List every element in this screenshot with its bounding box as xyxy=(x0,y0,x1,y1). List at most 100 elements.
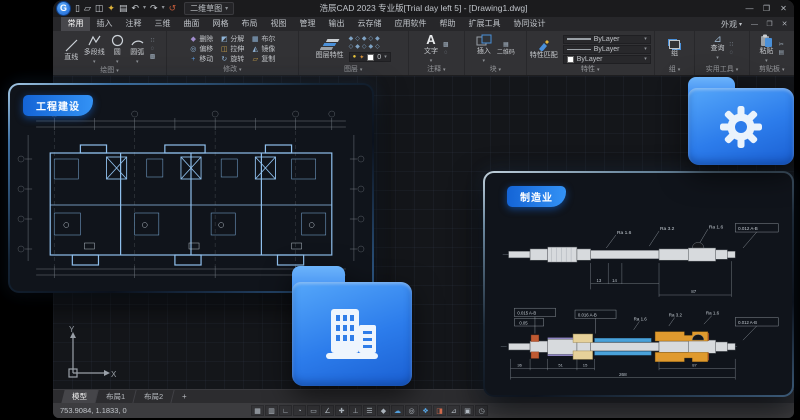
doc-close-button[interactable]: ✕ xyxy=(778,20,791,28)
tool-mirror[interactable]: ◭镜像 xyxy=(251,45,275,54)
ortho-toggle-icon[interactable]: ∟ xyxy=(279,405,292,416)
tab-layout2[interactable]: 布局2 xyxy=(134,390,175,403)
group-label-layer[interactable]: 图层 ▾ xyxy=(299,65,408,75)
tab-output[interactable]: 输出 xyxy=(322,17,351,31)
tool-explode[interactable]: ◩分解 xyxy=(220,35,244,44)
dynamic-ucs-icon[interactable]: ✚ xyxy=(335,405,348,416)
redo-icon[interactable]: ↷ xyxy=(150,1,158,16)
dyn-input-icon[interactable]: ⊥ xyxy=(349,405,362,416)
tool-line[interactable]: 直线 xyxy=(64,38,79,62)
grid-toggle-icon[interactable]: ▦ xyxy=(251,405,264,416)
gstarcad-logo-icon[interactable]: G xyxy=(57,2,70,15)
color-dropdown[interactable]: ByLayer▾ xyxy=(563,55,651,64)
minimize-button[interactable]: — xyxy=(741,0,758,17)
tab-collab[interactable]: 协同设计 xyxy=(507,17,552,31)
snap-toggle-icon[interactable]: ▥ xyxy=(265,405,278,416)
layer-dropdown[interactable]: ● ✦ 0 ▾ xyxy=(349,52,391,62)
group-label-annotate[interactable]: 注释 ▾ xyxy=(409,65,464,75)
layer-tools-row[interactable]: ◇◆◇◆◇ xyxy=(349,44,391,51)
match-properties-tool[interactable]: 特性匹配 xyxy=(530,39,558,60)
tab-express[interactable]: 扩展工具 xyxy=(462,17,507,31)
tab-mesh[interactable]: 网格 xyxy=(206,17,235,31)
title-bar: G ▯ ▱ ◫ ✦ ▤ ↶ ▾ ↷ ▾ ↺ 二维草图 ▾ 浩辰CAD 2023 … xyxy=(53,0,794,17)
open-file-icon[interactable]: ▱ xyxy=(84,1,91,16)
insert-block-tool[interactable]: 插入 ▾ xyxy=(476,34,492,65)
group-label-utilities[interactable]: 实用工具 ▾ xyxy=(695,65,748,75)
group-label-block[interactable]: 块 ▾ xyxy=(465,65,526,75)
tab-manage[interactable]: 管理 xyxy=(293,17,322,31)
lineweight-dropdown[interactable]: ByLayer▾ xyxy=(563,35,651,44)
tab-layout[interactable]: 布局 xyxy=(235,17,264,31)
settings-folder[interactable] xyxy=(688,77,794,165)
tab-cloud[interactable]: 云存储 xyxy=(351,17,388,31)
polar-toggle-icon[interactable]: ◔ xyxy=(293,405,306,416)
clean-screen-icon[interactable]: ▣ xyxy=(461,405,474,416)
customize-icon[interactable]: ◷ xyxy=(475,405,488,416)
ribbon-tab-bar: 常用 插入 注释 三维 曲面 网格 布局 视图 管理 输出 云存储 应用软件 帮… xyxy=(53,17,794,31)
close-button[interactable]: ✕ xyxy=(775,0,792,17)
tab-surface[interactable]: 曲面 xyxy=(177,17,206,31)
annotation-scale-icon[interactable]: ◨ xyxy=(433,405,446,416)
tab-annotate[interactable]: 注释 xyxy=(119,17,148,31)
text-tool[interactable]: A 文字 ▾ xyxy=(424,33,438,65)
tool-stretch[interactable]: ◫拉伸 xyxy=(220,45,244,54)
tool-erase[interactable]: ◆删除 xyxy=(189,35,213,44)
group-label-group[interactable]: 组 ▾ xyxy=(655,65,695,75)
group-label-clipboard[interactable]: 剪贴板 ▾ xyxy=(750,65,794,75)
tab-view[interactable]: 视图 xyxy=(264,17,293,31)
tool-rotate[interactable]: ↻旋转 xyxy=(220,55,244,64)
paste-tool[interactable]: 粘贴 ▾ xyxy=(759,34,773,65)
otrack-toggle-icon[interactable]: ∠ xyxy=(321,405,334,416)
quick-view-icon[interactable]: ◎ xyxy=(405,405,418,416)
new-file-icon[interactable]: ▯ xyxy=(75,1,80,16)
tab-layout1[interactable]: 布局1 xyxy=(95,390,136,403)
osnap-toggle-icon[interactable]: ▭ xyxy=(307,405,320,416)
draw-extra-tools[interactable]: ∷ ◌ ▩ xyxy=(150,38,156,61)
measure-tool[interactable]: ⊿ 查询 ▾ xyxy=(711,36,725,62)
cloud-icon[interactable]: ☁ xyxy=(391,405,404,416)
tab-model[interactable]: 模型 xyxy=(61,390,98,403)
tool-arc[interactable]: 圆弧 ▾ xyxy=(130,33,145,66)
lineweight-toggle-icon[interactable]: ☰ xyxy=(363,405,376,416)
tool-move[interactable]: +移动 xyxy=(189,55,213,64)
print-icon[interactable]: ▤ xyxy=(119,1,128,16)
workspace-icon[interactable]: ❖ xyxy=(419,405,432,416)
tab-home[interactable]: 常用 xyxy=(61,17,90,31)
undo-caret-icon[interactable]: ▾ xyxy=(143,1,146,16)
undo-icon[interactable]: ↶ xyxy=(131,1,139,16)
maximize-button[interactable]: ❐ xyxy=(758,0,775,17)
tool-boolean[interactable]: ▦布尔 xyxy=(251,35,275,44)
group-label-properties[interactable]: 特性 ▾ xyxy=(527,65,654,75)
engineering-folder[interactable] xyxy=(292,266,412,386)
tool-circle[interactable]: 圆 ▾ xyxy=(110,33,125,66)
tool-offset[interactable]: ◎偏移 xyxy=(189,45,213,54)
utilities-extra-tools[interactable]: ∷ ◌ xyxy=(730,42,734,57)
tab-3d[interactable]: 三维 xyxy=(148,17,177,31)
doc-minimize-button[interactable]: — xyxy=(748,21,761,28)
redo-caret-icon[interactable]: ▾ xyxy=(162,1,165,16)
annotate-extra-tools[interactable]: ▩ ◌ xyxy=(443,42,449,57)
group-tool[interactable]: 组 xyxy=(669,40,680,58)
block-extra-tools[interactable]: ▦ 二维码 xyxy=(497,42,515,57)
tab-insert[interactable]: 插入 xyxy=(90,17,119,31)
tool-polyline[interactable]: 多段线 ▾ xyxy=(84,33,105,66)
style-icon[interactable]: ✦ xyxy=(107,1,115,16)
ucs-icon: Y X xyxy=(63,325,119,383)
layer-tools-row[interactable]: ◆◇◆◇◆ xyxy=(349,36,391,43)
orbit-icon[interactable]: ↺ xyxy=(169,1,177,16)
tool-copy[interactable]: ▱复制 xyxy=(251,55,275,64)
tab-apps[interactable]: 应用软件 xyxy=(388,17,433,31)
tab-help[interactable]: 帮助 xyxy=(433,17,462,31)
add-layout-button[interactable]: + xyxy=(172,390,198,403)
isolate-icon[interactable]: ⊿ xyxy=(447,405,460,416)
group-label-modify[interactable]: 修改 ▾ xyxy=(167,65,297,75)
doc-restore-button[interactable]: ❐ xyxy=(763,20,776,28)
clipboard-extra-tools[interactable]: ✂ ▤ xyxy=(778,42,784,57)
group-label-draw[interactable]: 绘图 ▾ xyxy=(53,66,166,76)
rotate-icon: ↻ xyxy=(220,55,228,64)
appearance-menu[interactable]: 外观 ▾ xyxy=(721,19,746,30)
linetype-dropdown[interactable]: ByLayer▾ xyxy=(563,45,651,54)
transparency-toggle-icon[interactable]: ◆ xyxy=(377,405,390,416)
layer-properties-button[interactable]: 图层特性 xyxy=(316,38,344,60)
save-icon[interactable]: ◫ xyxy=(95,1,104,16)
